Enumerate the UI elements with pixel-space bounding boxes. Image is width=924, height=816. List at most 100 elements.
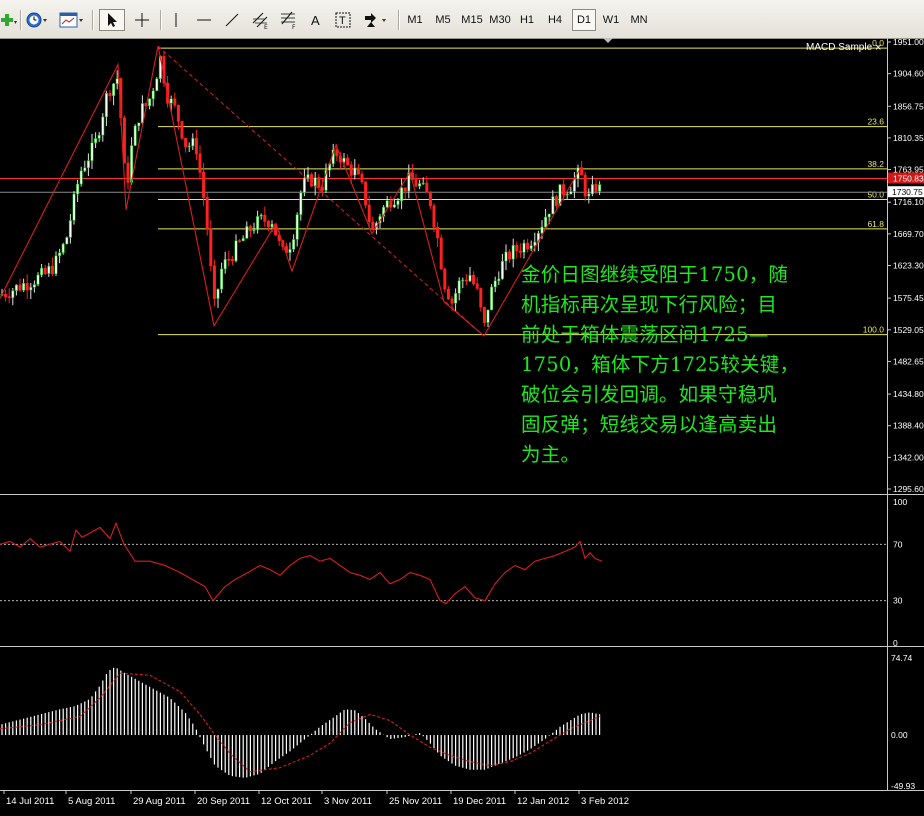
candle-body xyxy=(65,237,69,245)
chart-shift-marker xyxy=(603,38,613,43)
candle-body xyxy=(551,196,555,215)
candle-body xyxy=(436,226,440,239)
candle-body xyxy=(112,83,116,97)
candle-body xyxy=(79,170,83,185)
candle-body xyxy=(335,149,339,157)
commentary-line: 固反弹；短线交易以逢高卖出 xyxy=(521,413,778,436)
date-axis-label: 5 Aug 2011 xyxy=(68,796,115,807)
text-icon[interactable]: A xyxy=(306,9,326,31)
candle-body xyxy=(479,288,483,308)
arrows-icon[interactable] xyxy=(362,9,390,31)
fibonacci-icon[interactable]: F xyxy=(278,9,300,31)
cursor-icon[interactable] xyxy=(99,9,125,31)
candle-body xyxy=(227,258,231,261)
candle-body xyxy=(50,265,54,275)
candle-body xyxy=(198,153,202,173)
candle-body xyxy=(529,245,533,250)
candle-body xyxy=(490,286,494,311)
candle-body xyxy=(72,193,76,221)
candle-body xyxy=(565,193,569,196)
timeframe-m1-button[interactable]: M1 xyxy=(403,9,427,31)
candle-body xyxy=(400,187,404,202)
candle-body xyxy=(104,92,108,118)
candle-body xyxy=(475,283,479,289)
candle-body xyxy=(403,187,407,192)
candle-body xyxy=(504,251,508,262)
price-axis-label: 1623.30 xyxy=(893,261,924,271)
candle-body xyxy=(137,122,141,127)
candle-body xyxy=(230,259,234,262)
price-axis-label: 1669.70 xyxy=(893,229,924,239)
commentary-line: 机指标再次呈现下行风险；目 xyxy=(521,293,778,316)
candle-body xyxy=(90,142,94,162)
text-label-icon[interactable]: T xyxy=(333,9,353,31)
candle-body xyxy=(367,204,371,223)
svg-text:T: T xyxy=(339,15,346,27)
candle-body xyxy=(94,138,98,144)
close-icon[interactable]: × xyxy=(875,42,881,54)
date-axis-label: 3 Feb 2012 xyxy=(581,796,629,807)
indicator-name-label: MACD Sample xyxy=(806,42,873,53)
candle-body xyxy=(346,157,350,166)
price-axis-label: 1482.65 xyxy=(893,356,924,366)
candle-body xyxy=(292,239,296,250)
candle-body xyxy=(414,179,418,187)
horizontal-line-icon[interactable] xyxy=(193,9,215,31)
timeframe-mn-button[interactable]: MN xyxy=(627,9,651,31)
candle-body xyxy=(583,174,587,197)
candle-body xyxy=(155,78,159,92)
candle-body xyxy=(302,177,306,193)
candle-body xyxy=(32,284,36,288)
crosshair-icon[interactable] xyxy=(131,9,153,31)
equidistant-channel-icon[interactable]: E xyxy=(250,9,272,31)
timeframe-w1-button[interactable]: W1 xyxy=(599,9,623,31)
candle-body xyxy=(25,283,29,291)
commentary-line: 前处于箱体震荡区间1725— xyxy=(521,323,769,346)
candle-body xyxy=(500,260,504,280)
candle-body xyxy=(220,268,224,290)
rsi-axis-label: 0 xyxy=(893,638,898,648)
commentary-line: 破位会引发回调。如果守稳巩 xyxy=(521,383,778,406)
candle-body xyxy=(439,237,443,270)
candle-body xyxy=(418,183,422,187)
date-axis-label: 29 Aug 2011 xyxy=(133,796,186,807)
candle-body xyxy=(310,174,314,187)
candle-body xyxy=(493,280,497,288)
timeframe-h4-button[interactable]: H4 xyxy=(543,9,567,31)
date-axis-label: 12 Jan 2012 xyxy=(517,796,569,807)
rsi-axis-label: 30 xyxy=(893,596,903,606)
candle-body xyxy=(590,184,594,195)
candle-body xyxy=(457,280,461,294)
candle-body xyxy=(396,200,400,205)
trendline-icon[interactable] xyxy=(221,9,243,31)
chart-window-icon[interactable] xyxy=(58,9,86,31)
new-order-icon[interactable] xyxy=(0,9,18,31)
timeframe-h1-button[interactable]: H1 xyxy=(515,9,539,31)
candle-body xyxy=(97,134,101,139)
candle-body xyxy=(58,252,62,257)
candle-body xyxy=(587,193,591,197)
timeframe-m15-button[interactable]: M15 xyxy=(459,9,485,31)
candle-body xyxy=(432,205,436,228)
svg-text:A: A xyxy=(311,13,320,28)
svg-text:E: E xyxy=(264,24,268,29)
candle-body xyxy=(288,248,292,253)
timeframe-d1-button[interactable]: D1 xyxy=(572,9,596,31)
candle-body xyxy=(421,182,425,185)
candle-body xyxy=(392,204,396,208)
candle-body xyxy=(43,267,47,274)
timeframe-m5-button[interactable]: M5 xyxy=(431,9,455,31)
candle-body xyxy=(511,244,515,260)
vertical-line-icon[interactable] xyxy=(166,9,186,31)
candle-body xyxy=(598,184,602,192)
metatrader-chart-window: E F A T M1 M5 M15 M30 H1 H4 D1 W1 MN 1951.00 1904… xyxy=(0,0,924,816)
timeframe-m30-button[interactable]: M30 xyxy=(487,9,513,31)
date-axis-label: 19 Dec 2011 xyxy=(453,796,506,807)
clock-icon[interactable] xyxy=(24,9,50,31)
candle-body xyxy=(259,214,263,217)
candle-body xyxy=(36,274,40,285)
candle-body xyxy=(61,243,65,253)
candle-body xyxy=(14,284,18,291)
candle-body xyxy=(522,242,526,253)
candle-body xyxy=(115,78,119,85)
